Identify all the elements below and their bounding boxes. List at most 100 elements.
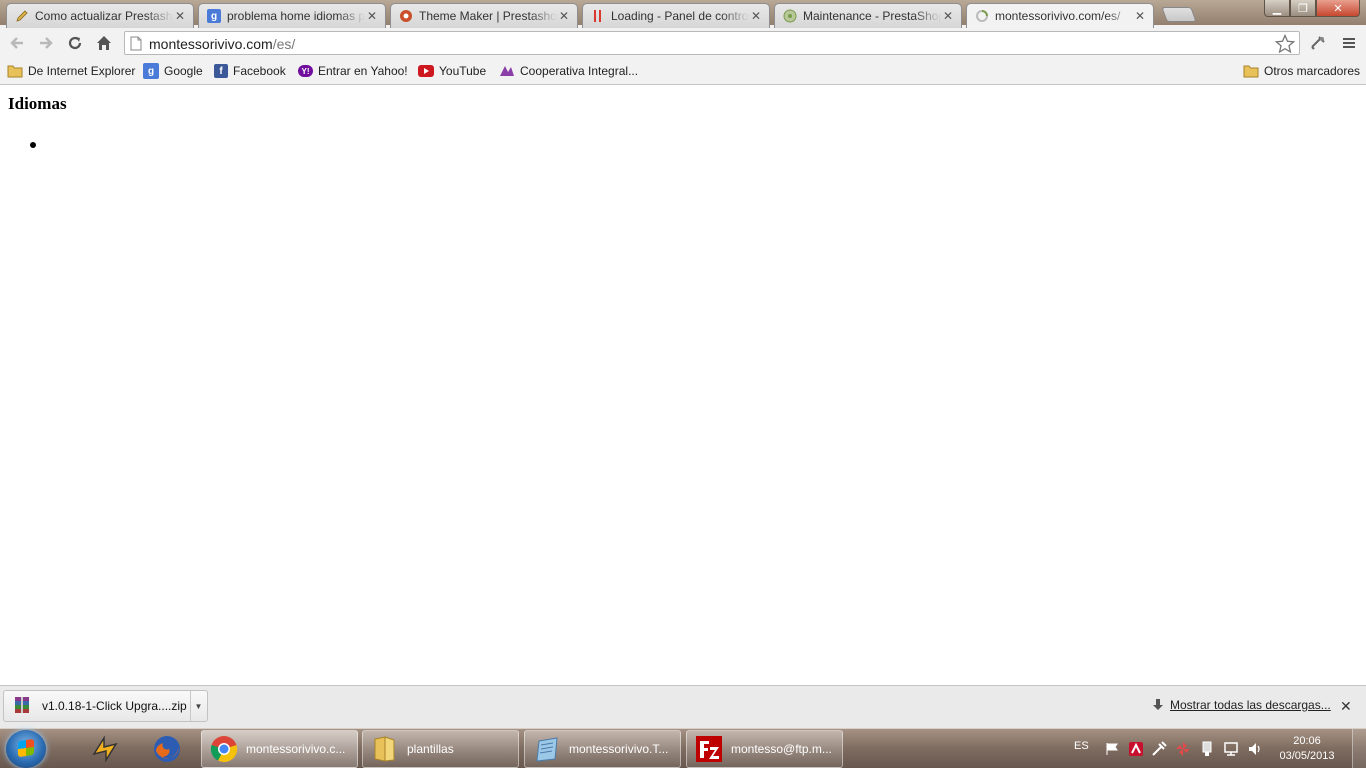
tab-0[interactable]: Como actualizar Prestash ✕ [6, 3, 194, 28]
bookmark-label: YouTube [439, 64, 487, 78]
home-button[interactable] [93, 32, 115, 54]
firefox-icon[interactable] [142, 731, 192, 767]
close-icon[interactable]: ✕ [173, 9, 187, 23]
page-icon [130, 36, 142, 54]
show-all-downloads-link[interactable]: Mostrar todas las descargas... [1170, 698, 1331, 712]
bookmark-label: Google [164, 64, 203, 78]
menu-button[interactable] [1338, 32, 1360, 54]
folder-icon [1243, 63, 1259, 79]
gear-icon [399, 9, 413, 23]
network-tool-icon[interactable] [1151, 741, 1167, 757]
tab-3[interactable]: Loading - Panel de contro ✕ [582, 3, 770, 28]
tab-2[interactable]: Theme Maker | Prestashop ✕ [390, 3, 578, 28]
action-center-flag-icon[interactable] [1104, 741, 1120, 757]
close-icon[interactable]: ✕ [365, 9, 379, 23]
cooperativa-icon [499, 63, 515, 79]
task-label: montesso@ftp.m... [731, 742, 832, 756]
close-window-button[interactable]: ✕ [1316, 0, 1360, 17]
antivirus-icon[interactable] [1128, 741, 1144, 757]
chevron-down-icon[interactable]: ▼ [190, 691, 206, 721]
youtube-icon [418, 65, 434, 77]
tab-title: Maintenance - PrestaShop [803, 9, 941, 23]
download-arrow-icon [1153, 699, 1163, 710]
bookmark-youtube[interactable]: YouTube [418, 62, 486, 80]
loading-spinner-icon [975, 9, 989, 23]
browser-toolbar: montessorivivo.com/es/ [0, 28, 1366, 58]
new-tab-button[interactable] [1161, 7, 1197, 22]
tab-4[interactable]: Maintenance - PrestaShop ✕ [774, 3, 962, 28]
close-icon[interactable]: ✕ [1133, 9, 1147, 23]
bookmarks-bar: De Internet Explorer g Google f Facebook… [0, 58, 1366, 85]
download-shelf: v1.0.18-1-Click Upgra....zip ▼ Mostrar t… [0, 685, 1366, 728]
back-button[interactable] [6, 32, 28, 54]
show-desktop-button[interactable] [1352, 729, 1366, 768]
bookmark-label: De Internet Explorer [28, 64, 136, 78]
url-text: montessorivivo.com/es/ [149, 36, 295, 52]
volume-icon[interactable] [1247, 741, 1263, 757]
close-icon[interactable]: ✕ [749, 9, 763, 23]
google-icon: g [143, 63, 159, 79]
page-content: Idiomas [0, 86, 1366, 685]
close-shelf-icon[interactable]: ✕ [1340, 698, 1352, 715]
reload-icon [68, 36, 82, 50]
reload-button[interactable] [64, 32, 86, 54]
download-filename: v1.0.18-1-Click Upgra....zip [42, 699, 187, 713]
system-clock[interactable]: 20:06 03/05/2013 [1276, 734, 1338, 764]
other-bookmarks[interactable]: Otros marcadores [1243, 62, 1360, 80]
winamp-icon[interactable] [80, 731, 130, 767]
tab-title: montessorivivo.com/es/ [995, 9, 1121, 23]
taskbar-task-notepad[interactable]: montessorivivo.T... [524, 730, 681, 768]
tab-5-active[interactable]: montessorivivo.com/es/ ✕ [966, 3, 1154, 28]
folder-icon [371, 735, 399, 763]
page-heading: Idiomas [8, 94, 67, 113]
restore-button[interactable]: ❐ [1290, 0, 1316, 17]
close-icon[interactable]: ✕ [941, 9, 955, 23]
facebook-icon: f [214, 64, 228, 78]
forward-button[interactable] [35, 32, 57, 54]
taskbar: montessorivivo.c... plantillas montessor… [0, 728, 1366, 768]
download-item[interactable]: v1.0.18-1-Click Upgra....zip ▼ [3, 690, 208, 722]
minimize-button[interactable]: ▁ [1264, 0, 1290, 17]
url-path: /es/ [272, 36, 296, 52]
bookmark-google[interactable]: g Google [143, 62, 203, 80]
tab-strip: Como actualizar Prestash ✕ g problema ho… [0, 0, 1366, 28]
chrome-icon [210, 735, 238, 763]
bookmark-facebook[interactable]: f Facebook [214, 62, 286, 80]
extension-icon [1311, 36, 1325, 50]
start-button[interactable] [6, 730, 46, 768]
safely-remove-hardware-icon[interactable] [1199, 741, 1215, 757]
bookmark-cooperativa[interactable]: Cooperativa Integral... [499, 62, 638, 80]
bookmark-internet-explorer[interactable]: De Internet Explorer [7, 62, 135, 80]
pinwheel-icon[interactable] [1175, 741, 1191, 757]
clock-date: 03/05/2013 [1279, 750, 1335, 762]
forward-arrow-icon [40, 37, 53, 49]
loading-icon [591, 9, 605, 23]
close-icon[interactable]: ✕ [557, 9, 571, 23]
network-icon[interactable] [1223, 741, 1239, 757]
task-label: montessorivivo.c... [246, 742, 346, 756]
bookmark-label: Cooperativa Integral... [520, 64, 639, 78]
filezilla-icon [695, 735, 723, 763]
task-label: plantillas [407, 742, 454, 756]
google-icon: g [207, 9, 221, 23]
taskbar-task-chrome[interactable]: montessorivivo.c... [201, 730, 358, 768]
bookmark-label: Facebook [233, 64, 286, 78]
hamburger-menu-icon [1343, 38, 1355, 48]
other-bookmarks-label: Otros marcadores [1264, 64, 1361, 78]
taskbar-task-filezilla[interactable]: montesso@ftp.m... [686, 730, 843, 768]
taskbar-task-explorer[interactable]: plantillas [362, 730, 519, 768]
language-indicator[interactable]: ES [1074, 740, 1089, 752]
tab-title: Como actualizar Prestash [35, 9, 173, 23]
notepad-icon [533, 735, 561, 763]
window-controls: ▁ ❐ ✕ [1264, 0, 1360, 17]
bookmark-star-icon[interactable] [1274, 33, 1296, 57]
show-all-downloads[interactable]: Mostrar todas las descargas... [1152, 698, 1331, 712]
tab-title: problema home idiomas p [227, 9, 365, 23]
bookmark-label: Entrar en Yahoo! [318, 64, 408, 78]
list-item [8, 134, 68, 154]
tab-1[interactable]: g problema home idiomas p ✕ [198, 3, 386, 28]
back-arrow-icon [10, 37, 23, 49]
bookmark-yahoo[interactable]: Y! Entrar en Yahoo! [298, 62, 408, 80]
address-bar[interactable]: montessorivivo.com/es/ [124, 31, 1300, 55]
extension-button[interactable] [1307, 32, 1329, 54]
